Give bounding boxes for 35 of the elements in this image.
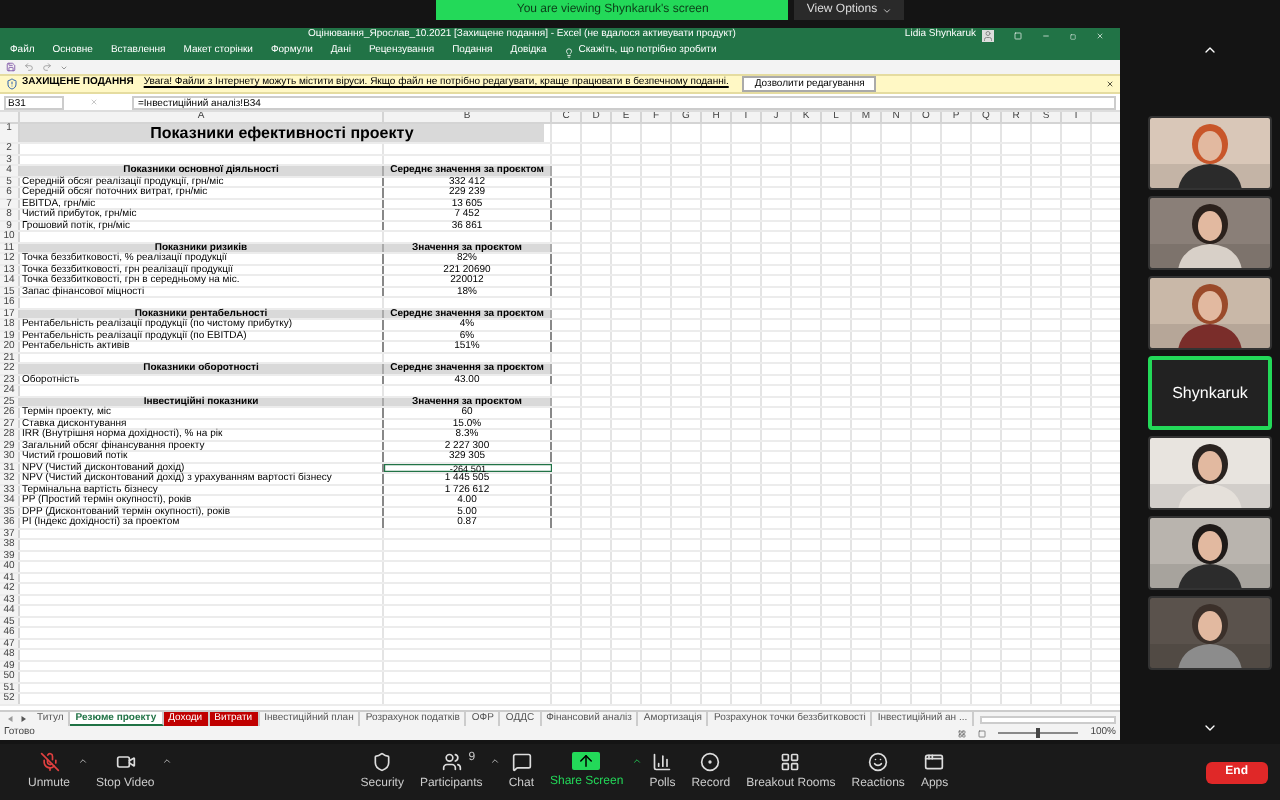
participant-tile[interactable] [1148,276,1272,350]
slider-thumb[interactable] [1036,728,1041,738]
participant-tile[interactable]: Shynkaruk [1148,356,1272,430]
participant-tile[interactable] [1148,596,1272,670]
caret-icon[interactable] [162,755,173,765]
lightbulb-icon [564,47,575,57]
ribbon-display-icon[interactable] [1014,32,1022,40]
caret-icon[interactable] [490,755,501,765]
chat-bubble-icon [511,751,532,771]
participant-tile[interactable] [1148,436,1272,510]
grid-icon [780,751,801,771]
caret-icon [881,5,892,15]
participant-tile[interactable] [1148,196,1272,270]
maximize-icon[interactable] [1070,33,1076,39]
bar-chart-icon [652,751,673,771]
participant-tile[interactable] [1148,116,1272,190]
normal-view-icon[interactable] [958,729,967,737]
participant-name: Shynkaruk [1172,381,1248,405]
save-icon[interactable] [6,62,16,72]
shield-icon [372,751,393,771]
video-camera-icon [115,751,136,771]
muted-mic-icon [39,751,59,771]
avatar-icon [982,30,994,42]
shield-icon [6,78,18,90]
smiley-icon [868,751,889,771]
people-icon [441,751,462,771]
participant-tile[interactable] [1148,516,1272,590]
sheet-title: Показники ефективності проекту [20,124,544,142]
scroll-left-icon[interactable] [8,716,14,722]
horizontal-scrollbar[interactable] [980,715,1116,723]
caret-icon[interactable] [631,756,642,766]
record-icon [700,751,721,771]
apps-icon [924,751,945,771]
scroll-right-icon[interactable] [20,716,26,722]
caret-icon[interactable] [78,755,89,765]
